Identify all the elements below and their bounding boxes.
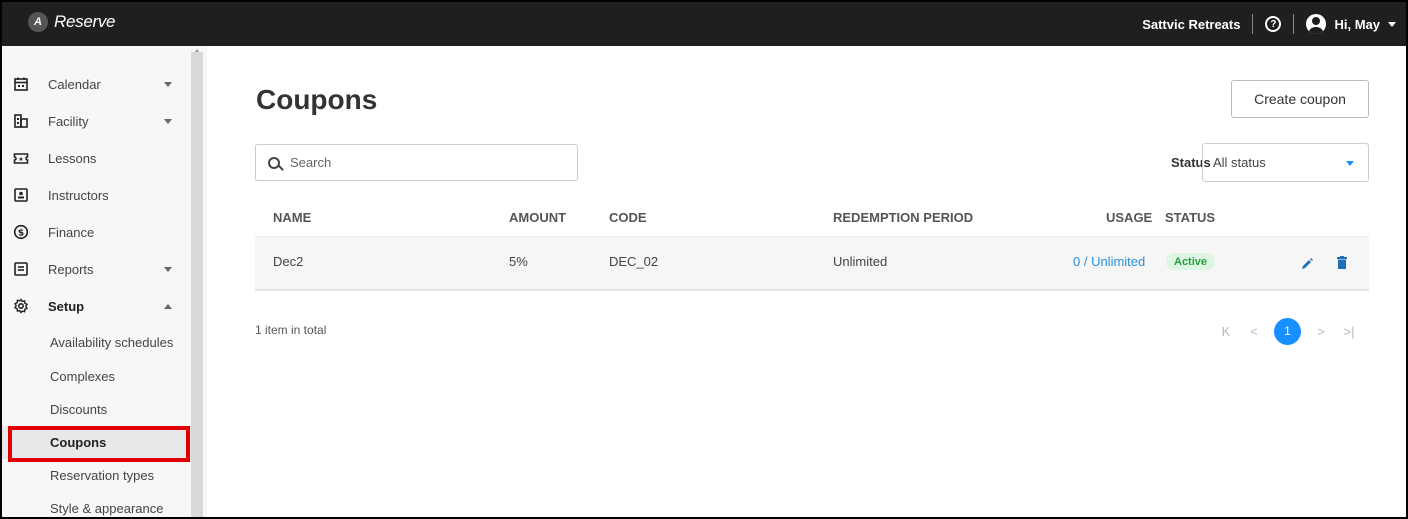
status-badge: Active: [1166, 253, 1216, 270]
create-coupon-button[interactable]: Create coupon: [1231, 80, 1369, 118]
user-menu[interactable]: Hi, May: [1306, 14, 1396, 34]
pagination: K < 1 > >|: [1212, 317, 1363, 345]
sidebar-item-facility[interactable]: Facility: [2, 103, 191, 139]
sidebar-subitem-reservation-types[interactable]: Reservation types: [2, 459, 191, 492]
sidebar-subitem-style-appearance[interactable]: Style & appearance: [2, 492, 191, 517]
id-card-icon: [12, 186, 30, 204]
delete-icon[interactable]: [1337, 256, 1347, 269]
app-window: A Reserve Sattvic Retreats ? Hi, May Cal…: [0, 0, 1408, 519]
edit-icon[interactable]: [1301, 257, 1315, 269]
user-greeting: Hi, May: [1334, 16, 1380, 32]
page-1-button[interactable]: 1: [1274, 317, 1301, 345]
sidebar-subitem-complexes[interactable]: Complexes: [2, 360, 191, 393]
sidebar-item-label: Instructors: [48, 187, 109, 203]
column-header-usage[interactable]: USAGE: [1106, 210, 1152, 225]
chevron-up-icon: [164, 304, 172, 309]
cell-amount: 5%: [509, 254, 528, 269]
last-page-button[interactable]: >|: [1335, 324, 1363, 339]
prev-page-button[interactable]: <: [1240, 324, 1268, 339]
sidebar-item-label: Lessons: [48, 150, 97, 166]
help-icon[interactable]: ?: [1265, 16, 1282, 32]
column-header-code[interactable]: CODE: [609, 210, 647, 225]
total-count: 1 item in total: [255, 323, 327, 337]
app-name: Reserve: [54, 12, 116, 31]
sidebar-item-label: Finance: [48, 224, 95, 240]
column-header-amount[interactable]: AMOUNT: [509, 210, 566, 225]
report-icon: [12, 260, 30, 278]
search-field[interactable]: [255, 144, 578, 181]
next-page-button[interactable]: >: [1307, 324, 1335, 339]
status-filter-value: All status: [1213, 155, 1266, 170]
dollar-icon: $: [12, 223, 30, 241]
divider: [1293, 14, 1295, 34]
column-header-redemption-period[interactable]: REDEMPTION PERIOD: [833, 210, 973, 225]
cell-usage-link[interactable]: 0 / Unlimited: [1073, 254, 1145, 269]
first-page-button[interactable]: K: [1212, 324, 1240, 339]
top-bar: A Reserve Sattvic Retreats ? Hi, May: [2, 2, 1406, 46]
column-header-status[interactable]: STATUS: [1165, 210, 1215, 225]
sidebar-item-calendar[interactable]: Calendar: [2, 66, 191, 102]
divider: [1252, 14, 1254, 34]
search-input[interactable]: [290, 155, 550, 170]
column-header-name[interactable]: NAME: [273, 210, 311, 225]
cell-name: Dec2: [273, 254, 304, 269]
chevron-down-icon: [164, 267, 172, 272]
chevron-down-icon: [1388, 21, 1396, 27]
sidebar-item-finance[interactable]: $ Finance: [2, 214, 191, 250]
logo-mark-icon: A: [28, 12, 48, 32]
sidebar-subitem-availability-schedules[interactable]: Availability schedules: [2, 326, 191, 359]
app-logo[interactable]: A Reserve: [28, 12, 116, 32]
page-title: Coupons: [256, 84, 378, 115]
gear-icon: [12, 297, 30, 315]
calendar-icon: [12, 75, 30, 93]
chevron-down-icon: [164, 119, 172, 124]
status-filter-select[interactable]: All status: [1202, 143, 1369, 182]
sidebar-item-label: Facility: [48, 113, 89, 129]
sidebar-item-label: Setup: [48, 298, 85, 314]
svg-text:★: ★: [18, 156, 23, 163]
sidebar-item-reports[interactable]: Reports: [2, 251, 191, 287]
building-icon: [12, 112, 30, 130]
sidebar-item-setup[interactable]: Setup: [2, 288, 191, 324]
sidebar-item-label: Reports: [48, 261, 94, 277]
cell-code: DEC_02: [609, 254, 659, 269]
chevron-down-icon: [164, 82, 172, 87]
cell-redemption-period: Unlimited: [833, 254, 888, 269]
sidebar-item-instructors[interactable]: Instructors: [2, 177, 191, 213]
org-name[interactable]: Sattvic Retreats: [1142, 17, 1252, 32]
sidebar-item-lessons[interactable]: ★ Lessons: [2, 140, 191, 176]
sidebar-item-label: Calendar: [48, 76, 101, 92]
sidebar-subitem-discounts[interactable]: Discounts: [2, 393, 191, 426]
chevron-down-icon: [1346, 161, 1354, 166]
svg-text:$: $: [18, 229, 24, 239]
search-icon: [268, 156, 280, 169]
ticket-icon: ★: [12, 149, 30, 167]
avatar-icon: [1306, 14, 1327, 34]
sidebar-scrollbar[interactable]: [191, 52, 203, 517]
highlight-annotation: [8, 426, 190, 462]
top-right-controls: Sattvic Retreats ? Hi, May: [1142, 2, 1396, 46]
